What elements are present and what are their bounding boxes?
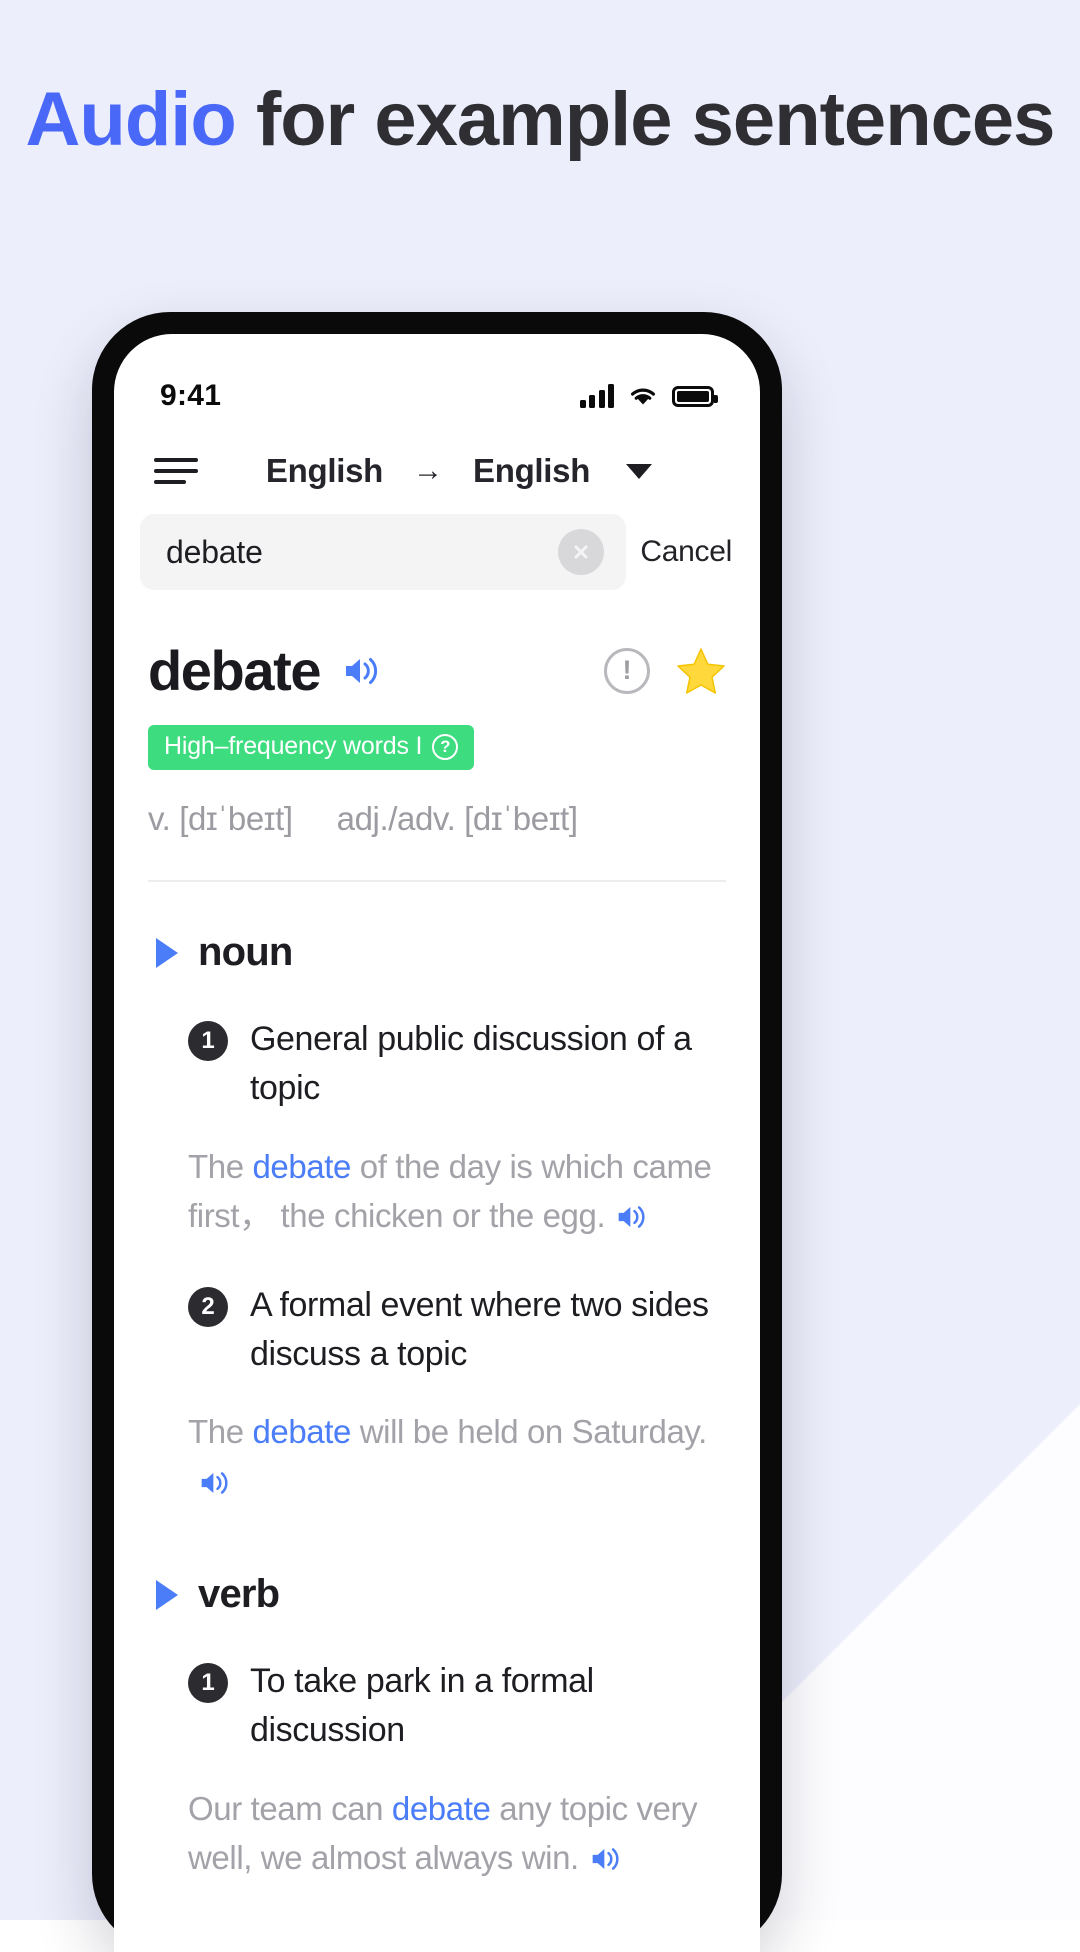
pos-section-verb[interactable]: verb [142,1506,732,1617]
promo-headline: Audio for example sentences [0,72,1080,168]
example-keyword: debate [252,1413,351,1451]
phonetic-verb: v. [dɪˈbeɪt] [148,800,293,838]
pos-section-noun[interactable]: noun [142,882,732,975]
phone-screen: 9:41 English → English debate Cancel deb… [114,334,760,1952]
search-row: debate Cancel [114,500,760,590]
phonetic-adj: adj./adv. [dɪˈbeɪt] [337,800,578,838]
search-input-value[interactable]: debate [166,534,558,571]
status-time: 9:41 [160,379,222,412]
battery-full-icon [672,385,718,407]
example-sentence: Our team can debate any topic very well,… [142,1756,732,1883]
triangle-right-icon[interactable] [156,1579,178,1610]
status-bar: 9:41 [114,334,760,430]
badge-text: High–frequency words I [164,732,423,760]
sense-definition: To take park in a formal discussion [250,1662,594,1750]
speaker-icon[interactable] [342,653,382,689]
example-keyword: debate [391,1789,491,1827]
example-after: will be held on Saturday. [350,1413,708,1451]
source-language-label[interactable]: English [266,452,383,490]
sense-number: 1 [188,1663,228,1704]
language-pair-selector[interactable]: English → English [198,452,720,490]
bottom-spacer [142,1883,732,1923]
example-before: The [188,1147,253,1185]
example-sentence: The debate will be held on Saturday. [142,1379,732,1506]
cellular-signal-icon [579,384,614,408]
phonetic-verb-ipa: [dɪˈbeɪt] [179,800,293,837]
headline-rest: for example sentences [235,77,1055,162]
exclamation-circle-icon[interactable]: ! [604,647,650,694]
star-icon[interactable] [676,647,726,695]
sense-item: 1 General public discussion of a topic [142,975,732,1114]
sense-definition: A formal event where two sides discuss a… [250,1285,709,1373]
speaker-icon[interactable] [198,1468,232,1498]
headword: debate [148,639,322,702]
phonetic-adj-pos: adj./adv. [336,800,456,837]
headword-row: debate ! [142,590,732,703]
frequency-badge-label: High–frequency words I [164,732,422,761]
phonetic-verb-pos: v. [148,800,171,837]
headline-accent-word: Audio [25,77,237,162]
triangle-right-icon[interactable] [156,937,178,968]
example-sentence: The debate of the day is which came firs… [142,1114,732,1241]
phone-mockup: 9:41 English → English debate Cancel deb… [92,312,782,1952]
phonetics-row: v. [dɪˈbeɪt] adj./adv. [dɪˈbeɪt] [142,770,732,838]
pos-label-noun: noun [198,930,293,974]
sense-definition: General public discussion of a topic [250,1020,692,1108]
pos-label-verb: verb [198,1572,280,1617]
speaker-icon[interactable] [589,1844,623,1874]
hamburger-menu-icon[interactable] [154,458,198,484]
sense-item: 1 To take park in a formal discussion [142,1617,732,1756]
sense-number: 1 [188,1021,228,1061]
target-language-label[interactable]: English [473,452,590,490]
language-bar: English → English [114,430,760,500]
status-icons [579,384,718,408]
chevron-down-icon[interactable] [626,463,653,479]
example-keyword: debate [252,1147,351,1185]
example-before: Our team can [188,1789,392,1827]
frequency-badge[interactable]: High–frequency words I ? [148,725,475,770]
dictionary-entry: debate ! High–frequency words I ? v. [dɪ… [114,590,760,1923]
clear-circle-icon[interactable] [558,529,605,575]
wifi-icon [628,385,658,407]
cancel-button[interactable]: Cancel [640,535,736,569]
direction-arrow-icon: → [413,454,443,487]
sense-item: 2 A formal event where two sides discuss… [142,1241,732,1380]
sense-number: 2 [188,1286,228,1327]
speaker-icon[interactable] [615,1202,649,1232]
phonetic-adj-ipa: [dɪˈbeɪt] [464,800,578,837]
question-circle-icon[interactable]: ? [432,733,459,760]
example-before: The [188,1413,253,1451]
search-input[interactable]: debate [140,514,627,590]
